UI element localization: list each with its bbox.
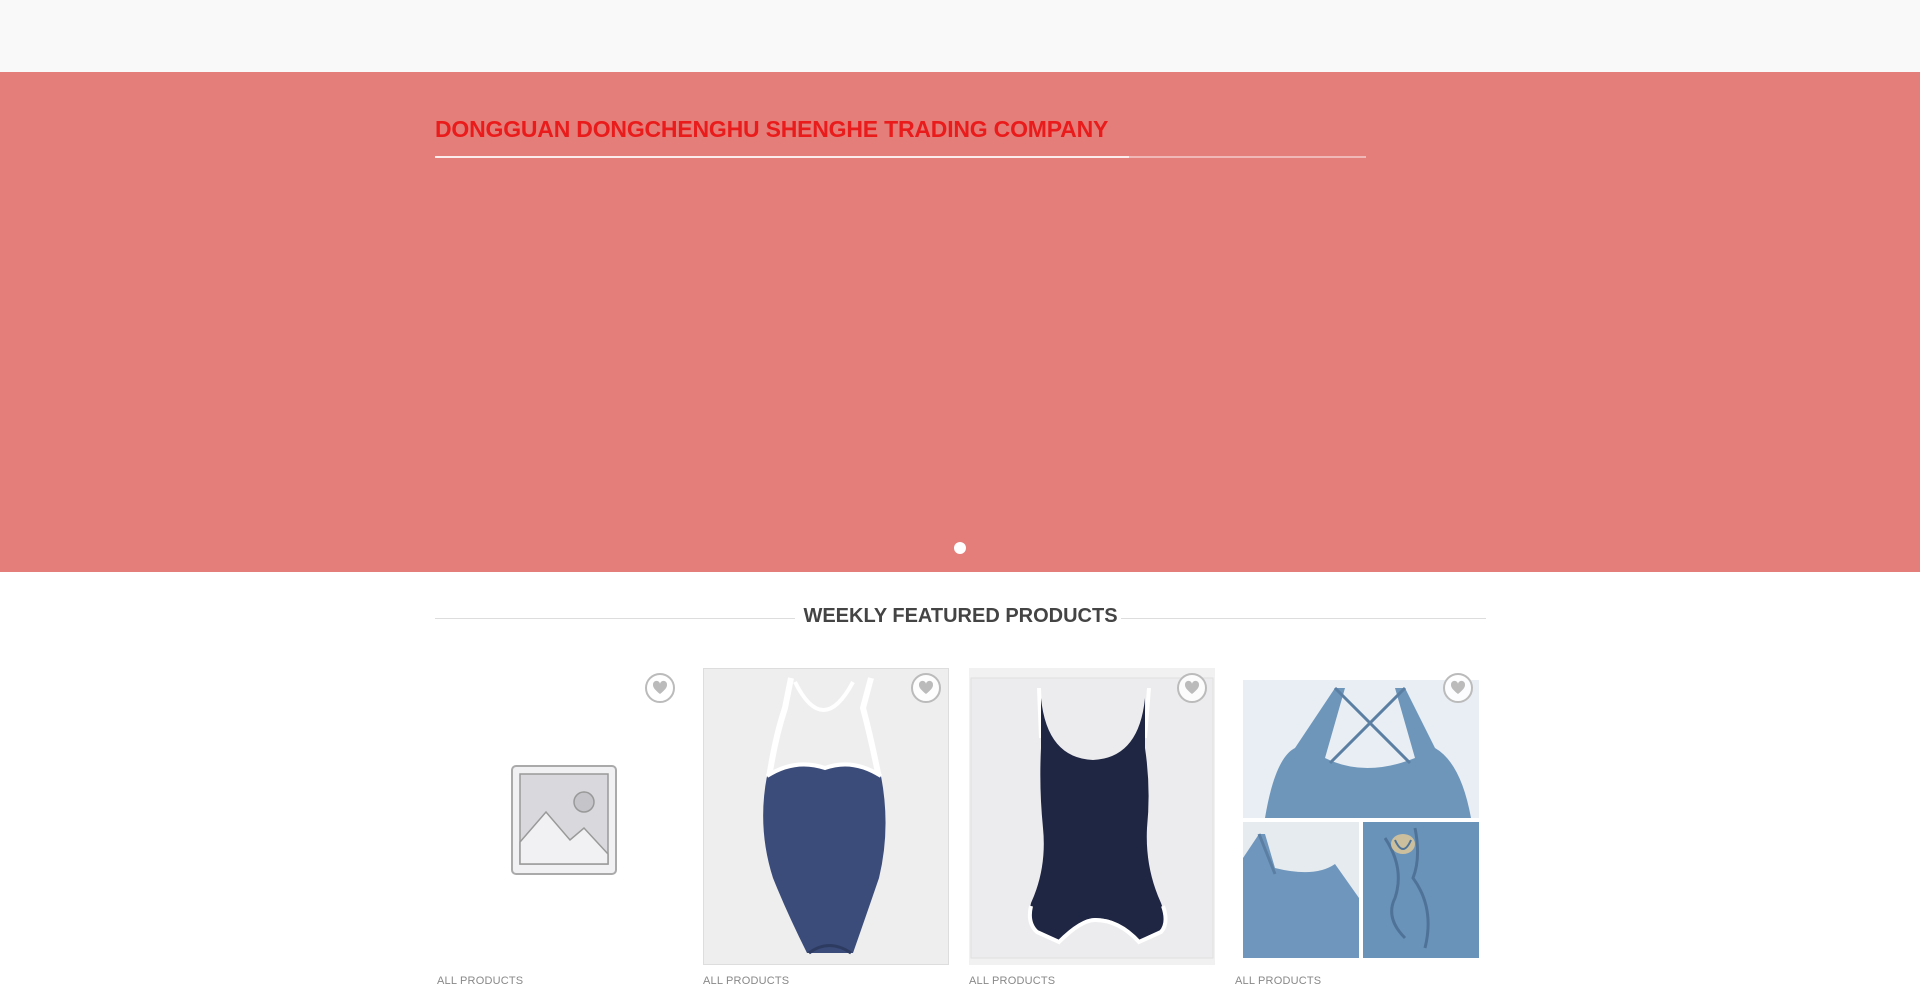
wishlist-heart-button[interactable] [1177, 673, 1207, 703]
product-card-2[interactable]: ALL PRODUCTS [701, 664, 951, 993]
heart-icon [1450, 680, 1466, 694]
product-image-placeholder[interactable] [437, 668, 683, 965]
product-image-blue-swimsuit-collage[interactable] [1235, 668, 1481, 965]
slider-dot-1[interactable] [954, 542, 966, 554]
product-image-navy-swimsuit[interactable] [703, 668, 949, 965]
wishlist-heart-button[interactable] [911, 673, 941, 703]
product-category[interactable]: ALL PRODUCTS [437, 975, 523, 987]
product-image-dark-navy-swimsuit[interactable] [969, 668, 1215, 965]
product-category[interactable]: ALL PRODUCTS [1235, 975, 1321, 987]
featured-section-header: WEEKLY FEATURED PRODUCTS [435, 604, 1486, 634]
heart-icon [1184, 680, 1200, 694]
wishlist-heart-button[interactable] [1443, 673, 1473, 703]
section-divider-right [1121, 618, 1486, 619]
hero-title: DONGGUAN DONGCHENGHU SHENGHE TRADING COM… [435, 116, 1109, 142]
hero-slider: DONGGUAN DONGCHENGHU SHENGHE TRADING COM… [0, 72, 1920, 572]
top-header-bar [0, 0, 1920, 72]
section-title: WEEKLY FEATURED PRODUCTS [803, 605, 1118, 627]
hero-title-divider-highlight [435, 156, 1129, 158]
product-card-1[interactable]: ALL PRODUCTS [435, 664, 685, 993]
product-card-3[interactable]: ALL PRODUCTS [967, 664, 1217, 993]
product-category[interactable]: ALL PRODUCTS [969, 975, 1055, 987]
heart-icon [652, 680, 668, 694]
product-card-4[interactable]: ALL PRODUCTS [1233, 664, 1483, 993]
heart-icon [918, 680, 934, 694]
wishlist-heart-button[interactable] [645, 673, 675, 703]
product-category[interactable]: ALL PRODUCTS [703, 975, 789, 987]
